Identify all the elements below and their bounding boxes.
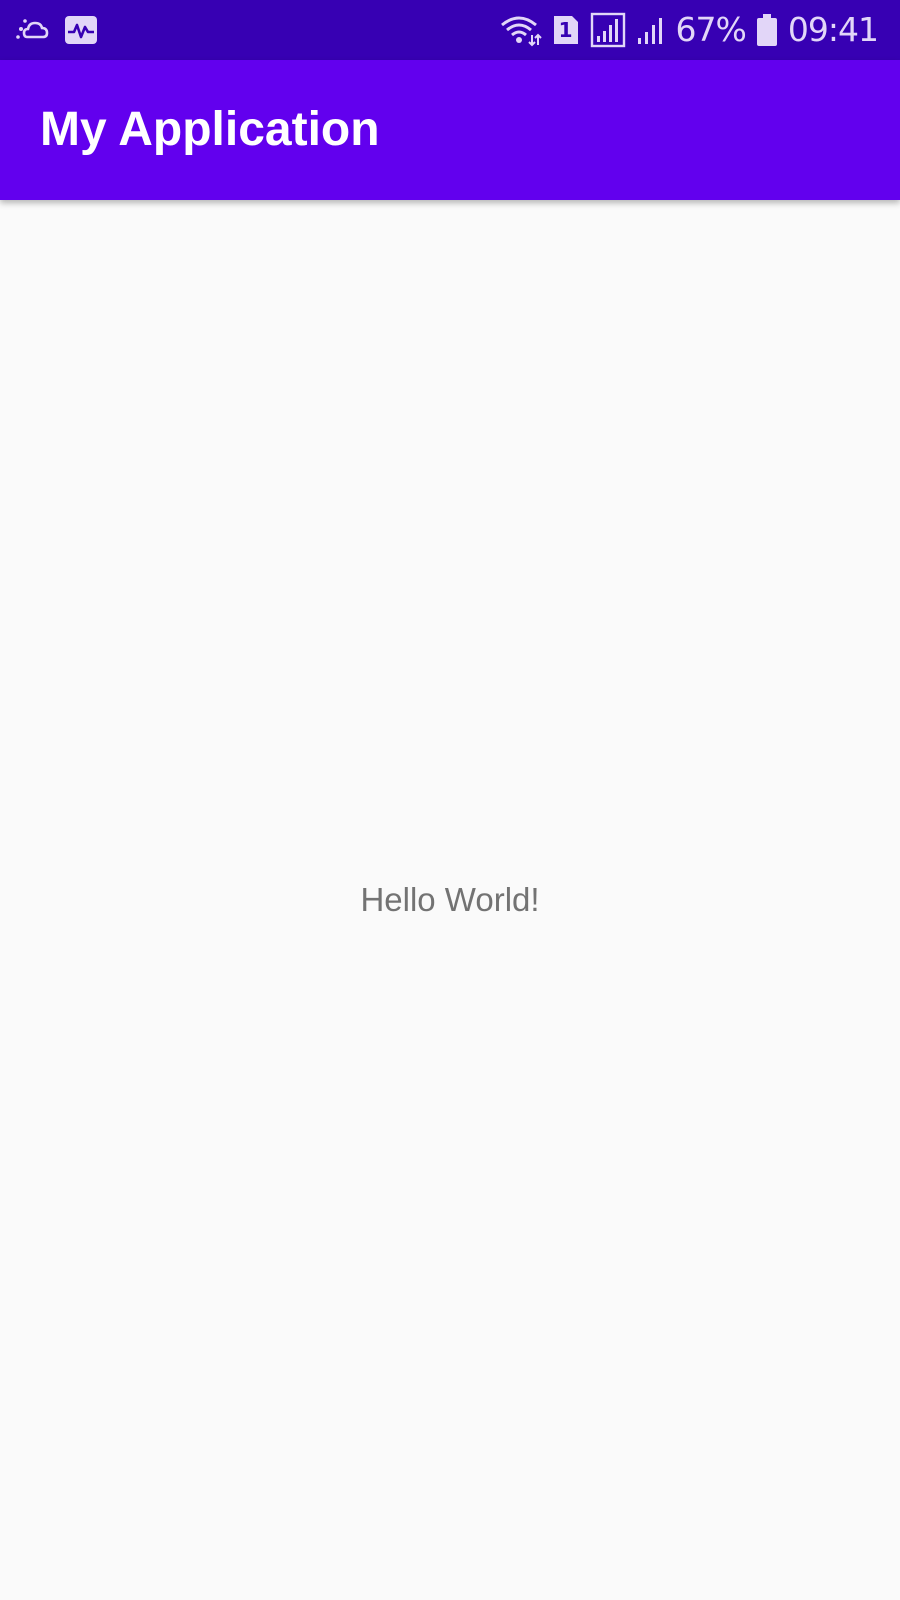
weather-icon <box>14 15 50 45</box>
battery-icon <box>756 13 778 47</box>
status-left-icons <box>14 12 98 48</box>
sim-1-icon: 1 <box>552 14 580 46</box>
app-screen: 1 67% 09:41 My Application Hello World! <box>0 0 900 1600</box>
battery-percent: 67% <box>675 10 747 49</box>
signal-icon <box>590 12 626 48</box>
signal-icon-2 <box>636 14 666 46</box>
app-bar: My Application <box>0 60 900 200</box>
wifi-icon <box>500 13 542 47</box>
status-bar: 1 67% 09:41 <box>0 0 900 60</box>
status-right-icons: 1 67% 09:41 <box>500 8 879 52</box>
app-title: My Application <box>40 103 380 156</box>
hello-world-text: Hello World! <box>360 881 540 918</box>
activity-monitor-icon <box>64 15 98 45</box>
main-content: Hello World! <box>0 200 900 1600</box>
sim-number: 1 <box>558 18 573 42</box>
clock: 09:41 <box>787 10 879 49</box>
